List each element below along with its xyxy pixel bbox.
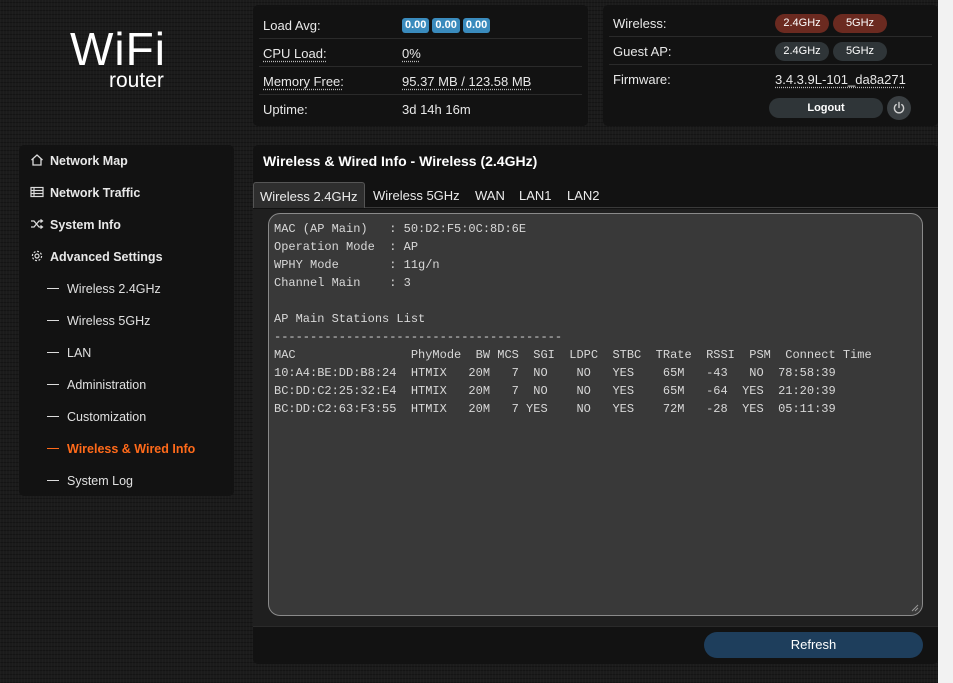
dash-marker — [47, 288, 59, 289]
sidebar-subitem-system-log[interactable]: System Log — [19, 465, 234, 497]
sidebar-subitem-administration[interactable]: Administration — [19, 369, 234, 401]
cpu-load-row: CPU Load: 0% — [259, 39, 582, 67]
wireless-bands: 2.4GHz 5GHz — [775, 14, 891, 33]
sidebar-subitem-label: LAN — [67, 346, 92, 360]
sidebar-item-advanced-settings[interactable]: Advanced Settings — [19, 241, 234, 273]
firmware-label: Firmware: — [613, 72, 671, 87]
sidebar-item-label: Network Traffic — [50, 186, 141, 200]
sidebar-item-label: Network Map — [50, 154, 128, 168]
uptime-value: 3d 14h 16m — [402, 102, 471, 117]
firmware-row: Firmware: 3.4.3.9L-101_da8a271 — [609, 65, 932, 93]
sidebar-subitem-label: Wireless 2.4GHz — [67, 282, 161, 296]
sidebar-subitem-label: System Log — [67, 474, 134, 488]
refresh-button[interactable]: Refresh — [704, 632, 923, 658]
power-icon — [893, 101, 905, 114]
memory-free-value: 95.37 MB / 123.58 MB — [402, 74, 532, 89]
wireless-label: Wireless: — [613, 16, 667, 31]
gear-icon — [31, 250, 43, 262]
dash-marker — [47, 384, 59, 385]
dash-marker — [47, 416, 59, 417]
uptime-row: Uptime: 3d 14h 16m — [259, 95, 582, 123]
window-edge — [938, 0, 953, 683]
dash-marker — [47, 352, 59, 353]
load-avg-values: 0.00 0.00 0.00 — [402, 16, 493, 33]
power-button[interactable] — [887, 96, 911, 120]
memory-free-label[interactable]: Memory Free: — [263, 74, 344, 89]
logo-wifi-text: WiFi — [70, 23, 166, 75]
sidebar-subitem-label: Administration — [67, 378, 147, 392]
sidebar-item-network-traffic[interactable]: Network Traffic — [19, 177, 234, 209]
guest-2g-badge[interactable]: 2.4GHz — [775, 42, 829, 61]
wireless-2g-badge[interactable]: 2.4GHz — [775, 14, 829, 33]
sidebar-item-network-map[interactable]: Network Map — [19, 145, 234, 177]
page-title: Wireless & Wired Info - Wireless (2.4GHz… — [263, 153, 538, 169]
list-icon — [30, 186, 44, 198]
sidebar-subitem-lan[interactable]: LAN — [19, 337, 234, 369]
memory-free-row: Memory Free: 95.37 MB / 123.58 MB — [259, 67, 582, 95]
dash-marker — [47, 448, 59, 449]
guest-ap-row: Guest AP: 2.4GHz 5GHz — [609, 37, 932, 65]
sidebar-nav: Network Map Network Traffic System Info … — [19, 145, 234, 496]
home-icon — [31, 154, 43, 166]
action-bar: Refresh — [253, 626, 938, 664]
tab-wireless-5g[interactable]: Wireless 5GHz — [367, 182, 466, 208]
sidebar-subitem-wireless-wired-info[interactable]: Wireless & Wired Info — [19, 433, 234, 465]
wireless-row: Wireless: 2.4GHz 5GHz — [609, 9, 932, 37]
tab-bar: Wireless 2.4GHz Wireless 5GHz WAN LAN1 L… — [253, 178, 938, 208]
guest-ap-bands: 2.4GHz 5GHz — [775, 42, 891, 61]
tab-wireless-2g[interactable]: Wireless 2.4GHz — [253, 182, 365, 208]
wireless-status-panel: Wireless: 2.4GHz 5GHz Guest AP: 2.4GHz 5GH… — [603, 5, 938, 126]
load-avg-label: Load Avg: — [263, 18, 321, 33]
main-panel: Wireless & Wired Info - Wireless (2.4GHz… — [253, 145, 938, 664]
sidebar-subitem-wireless-5g[interactable]: Wireless 5GHz — [19, 305, 234, 337]
wifi-router-logo: WiFi router — [70, 26, 180, 96]
sidebar-subitem-label: Customization — [67, 410, 147, 424]
sidebar-subitem-label: Wireless 5GHz — [67, 314, 151, 328]
load-avg-1min-badge: 0.00 — [402, 18, 430, 33]
cpu-load-label[interactable]: CPU Load: — [263, 46, 327, 61]
wireless-info-text: MAC (AP Main) : 50:D2:F5:0C:8D:6E Operat… — [274, 222, 872, 416]
cpu-load-value: 0% — [402, 46, 421, 61]
tab-lan1[interactable]: LAN1 — [513, 182, 558, 208]
sidebar-item-label: Advanced Settings — [50, 250, 163, 264]
dash-marker — [47, 320, 59, 321]
sidebar-item-label: System Info — [50, 218, 121, 232]
wireless-info-textarea[interactable]: MAC (AP Main) : 50:D2:F5:0C:8D:6E Operat… — [268, 213, 923, 616]
wireless-5g-badge[interactable]: 5GHz — [833, 14, 887, 33]
load-avg-15min-badge: 0.00 — [462, 18, 491, 33]
sidebar-item-system-info[interactable]: System Info — [19, 209, 234, 241]
tab-content: MAC (AP Main) : 50:D2:F5:0C:8D:6E Operat… — [253, 209, 938, 626]
tab-wan[interactable]: WAN — [469, 182, 511, 208]
guest-5g-badge[interactable]: 5GHz — [833, 42, 887, 61]
resize-handle-icon[interactable] — [911, 604, 919, 612]
system-status-panel: Load Avg: 0.00 0.00 0.00 CPU Load: 0% Memo… — [253, 5, 588, 126]
firmware-value[interactable]: 3.4.3.9L-101_da8a271 — [775, 72, 906, 87]
load-avg-row: Load Avg: 0.00 0.00 0.00 — [259, 11, 582, 39]
uptime-label: Uptime: — [263, 102, 308, 117]
dash-marker — [47, 480, 59, 481]
guest-ap-label: Guest AP: — [613, 44, 672, 59]
sidebar-subitem-wireless-2g[interactable]: Wireless 2.4GHz — [19, 273, 234, 305]
sidebar-subitem-customization[interactable]: Customization — [19, 401, 234, 433]
sidebar-subitem-label: Wireless & Wired Info — [67, 442, 196, 456]
logout-button[interactable]: Logout — [769, 98, 883, 118]
tab-lan2[interactable]: LAN2 — [561, 182, 606, 208]
load-avg-5min-badge: 0.00 — [432, 18, 460, 33]
logo-router-text: router — [109, 69, 164, 92]
shuffle-icon — [31, 219, 44, 229]
